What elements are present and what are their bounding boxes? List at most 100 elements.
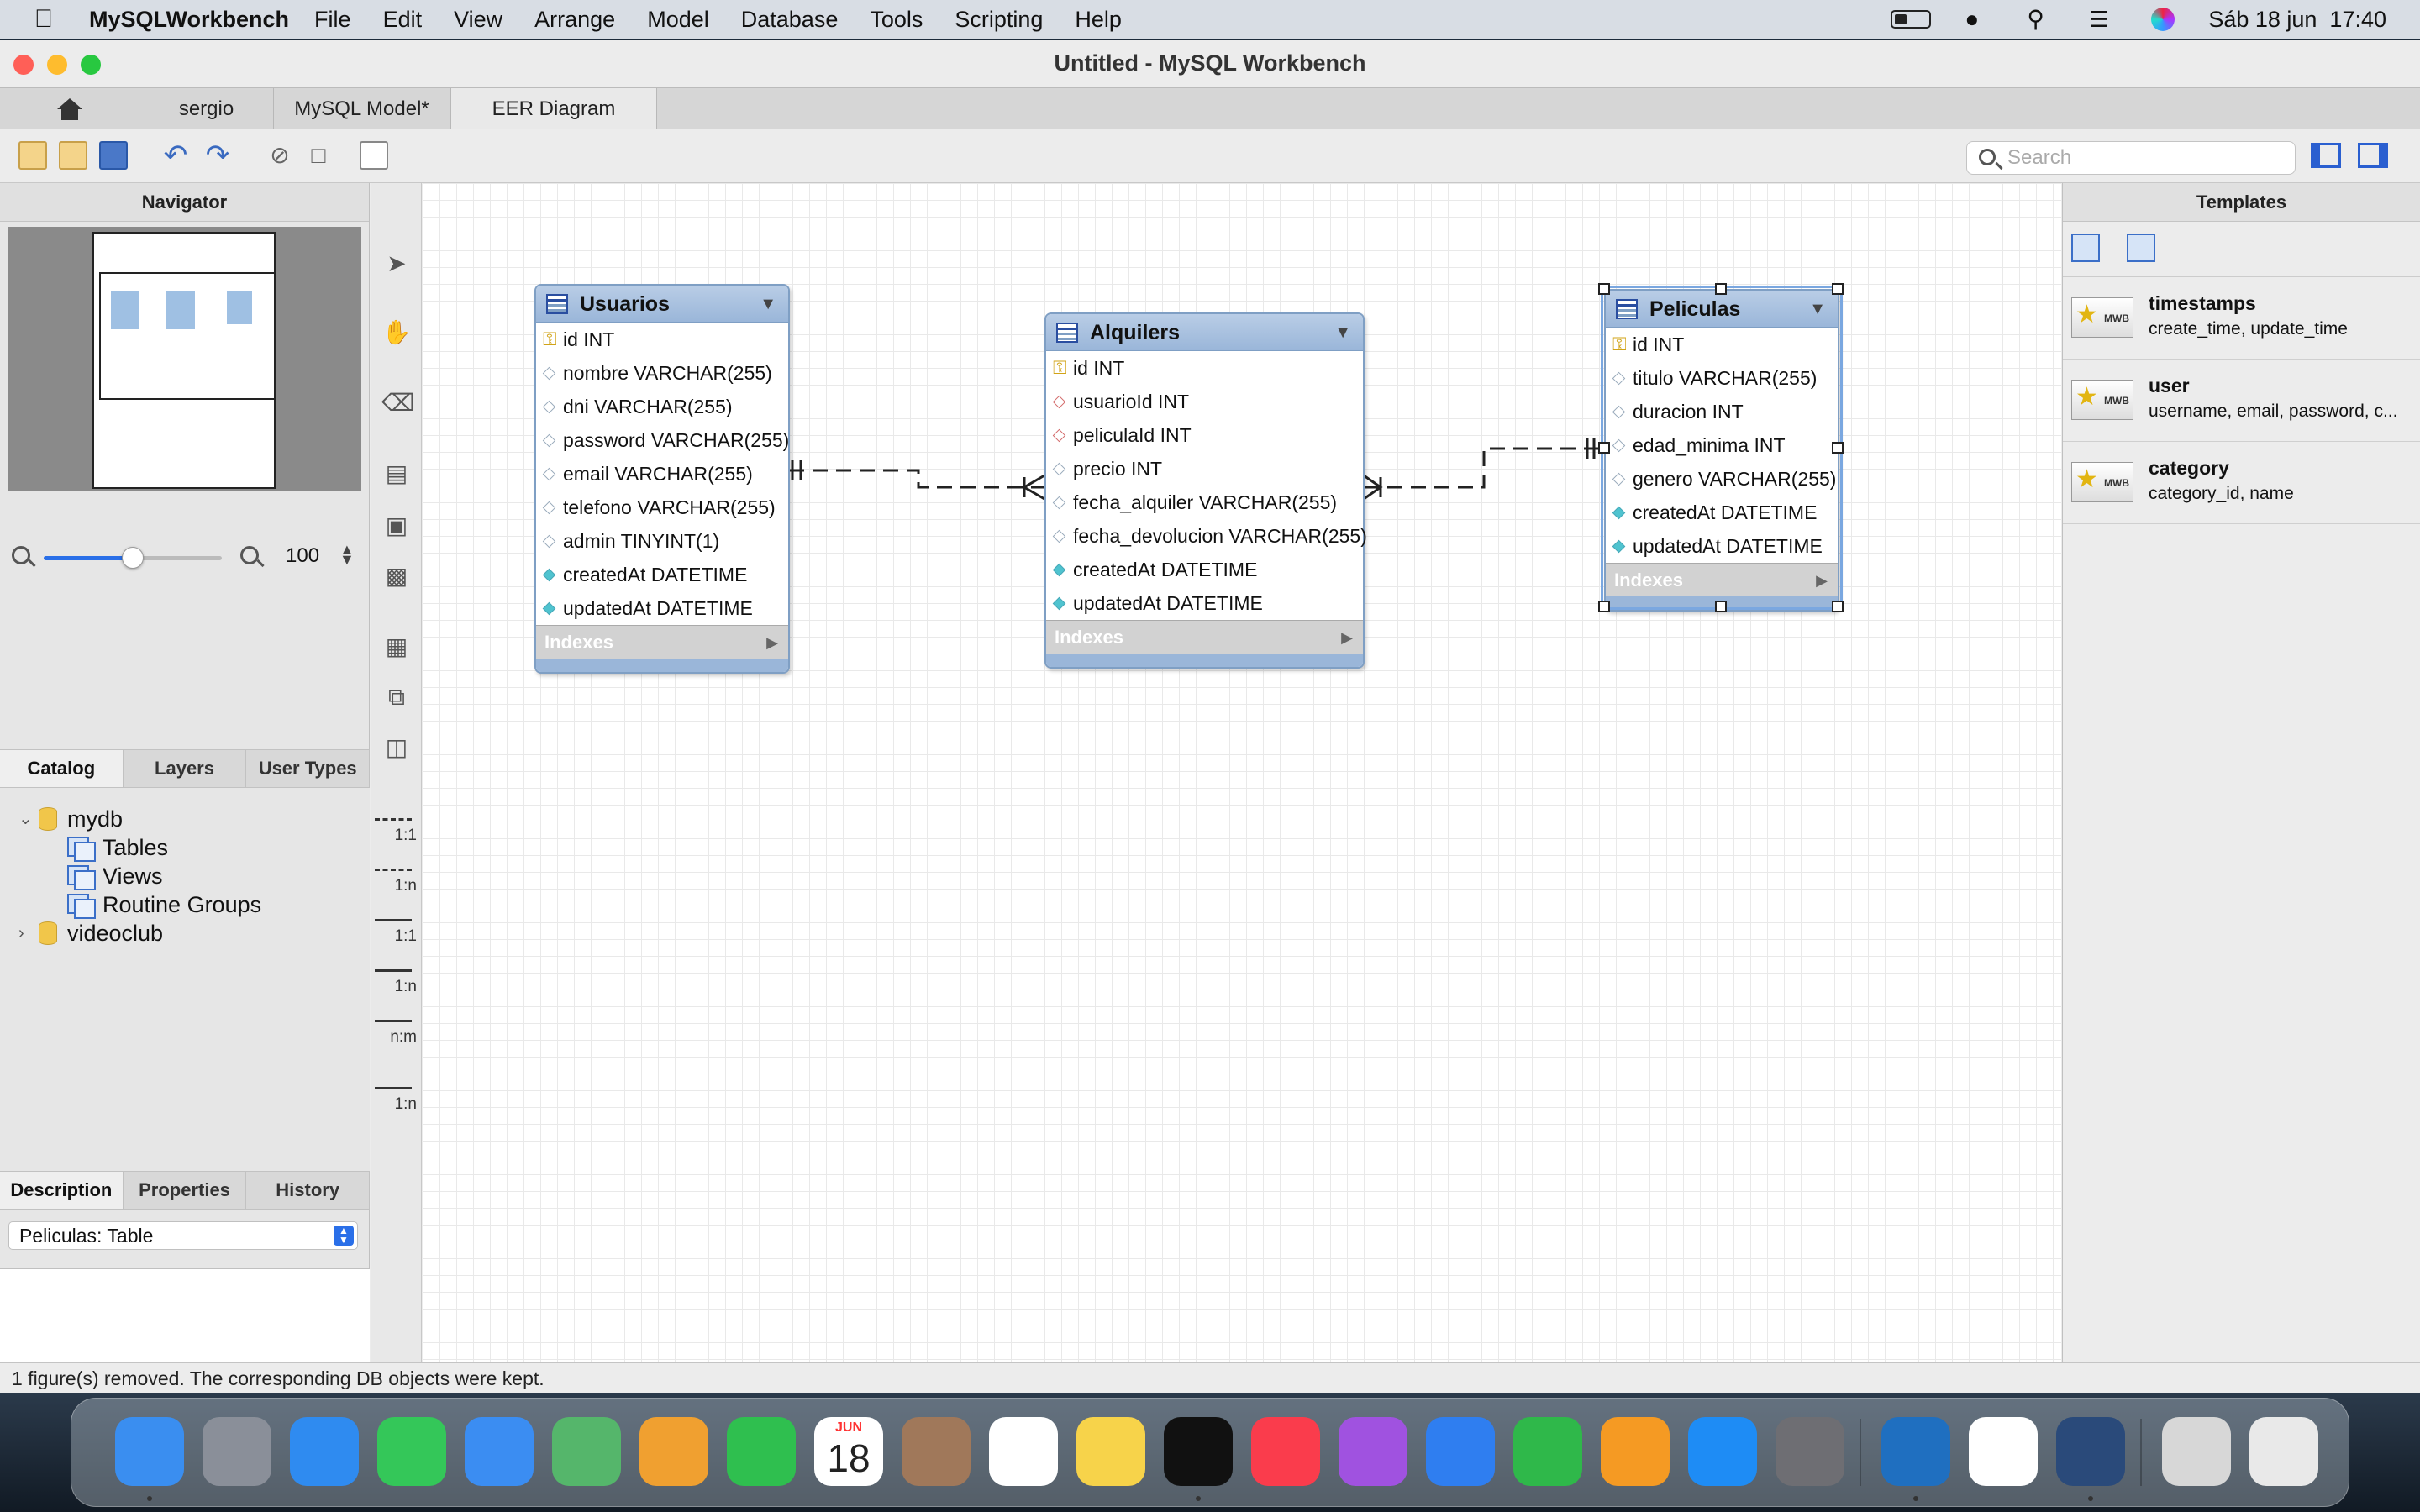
toggle-secondary-sidebar-icon[interactable] [2358, 143, 2388, 168]
hand-tool-icon[interactable]: ✋ [381, 318, 412, 348]
zoom-stepper-icon[interactable]: ▲ ▼ [339, 542, 355, 567]
note-tool-icon[interactable]: ▣ [381, 511, 412, 541]
toggle-sidebar-icon[interactable] [2311, 143, 2341, 168]
relationship-n-m-tool[interactable]: n:m [375, 1015, 418, 1052]
template-table-icon[interactable] [2127, 234, 2155, 262]
app-menu[interactable]: MySQLWorkbench [89, 7, 289, 33]
object-select[interactable]: Peliculas: Table ▲ ▼ [8, 1221, 358, 1250]
zoom-in-icon[interactable] [240, 546, 259, 564]
column-row[interactable]: telefono VARCHAR(255) [536, 491, 788, 524]
vscode-icon[interactable] [1881, 1417, 1950, 1486]
toggle-grid-icon[interactable]: ⊘ [266, 141, 294, 170]
zoom-slider-knob[interactable] [122, 547, 144, 569]
collapse-triangle-icon[interactable]: ▼ [1334, 314, 1351, 351]
new-document-icon[interactable] [18, 141, 47, 170]
wifi-icon[interactable]: ● [1965, 8, 1993, 31]
template-edit-icon[interactable] [2071, 234, 2100, 262]
tree-item-tables[interactable]: Tables [67, 833, 168, 862]
export-icon[interactable] [360, 141, 388, 170]
systemprefs-icon[interactable] [1776, 1417, 1844, 1486]
chevron-right-icon[interactable]: › [18, 919, 39, 948]
image-tool-icon[interactable]: ▩ [381, 561, 412, 591]
chevron-down-icon[interactable]: ⌄ [18, 805, 39, 833]
slack-icon[interactable] [1969, 1417, 2038, 1486]
menu-arrange[interactable]: Arrange [534, 7, 615, 33]
menu-view[interactable]: View [454, 7, 502, 33]
relationship-1-1-tool[interactable]: 1:1 [375, 813, 418, 850]
tab-home[interactable] [0, 88, 139, 130]
menu-file[interactable]: File [314, 7, 351, 33]
undo-icon[interactable]: ↶ [161, 141, 190, 170]
entity-header[interactable]: Usuarios ▼ [536, 286, 788, 323]
collapse-triangle-icon[interactable]: ▼ [760, 286, 776, 323]
notes-icon[interactable] [1076, 1417, 1145, 1486]
mysqlworkbench-icon[interactable] [2056, 1417, 2125, 1486]
routine-group-tool-icon[interactable]: ◫ [381, 732, 412, 763]
resize-handle[interactable] [1832, 442, 1844, 454]
menu-model[interactable]: Model [647, 7, 709, 33]
pages-icon[interactable] [1601, 1417, 1670, 1486]
column-row[interactable]: createdAt DATETIME [1046, 553, 1363, 586]
view-tool-icon[interactable]: ⧉ [381, 682, 412, 712]
relationship-1-n-tool[interactable]: 1:n [375, 864, 418, 900]
numbers-icon[interactable] [1513, 1417, 1582, 1486]
redo-icon[interactable]: ↷ [203, 141, 232, 170]
open-document-icon[interactable] [59, 141, 87, 170]
menu-database[interactable]: Database [741, 7, 839, 33]
align-objects-icon[interactable]: □ [304, 141, 333, 170]
column-row[interactable]: dni VARCHAR(255) [536, 390, 788, 423]
menu-scripting[interactable]: Scripting [955, 7, 1043, 33]
appstore-icon[interactable] [1688, 1417, 1757, 1486]
tab-properties[interactable]: Properties [124, 1172, 247, 1209]
column-row[interactable]: usuarioId INT [1046, 385, 1363, 418]
column-row[interactable]: fecha_devolucion VARCHAR(255) [1046, 519, 1367, 553]
appletv-icon[interactable] [1164, 1417, 1233, 1486]
pointer-tool-icon[interactable]: ➤ [381, 249, 412, 279]
indexes-section[interactable]: Indexes ▶ [1046, 620, 1363, 654]
relationship-usuarios-alquilers[interactable] [789, 469, 1044, 489]
keynote-icon[interactable] [1426, 1417, 1495, 1486]
zoom-slider[interactable] [44, 547, 222, 569]
column-row[interactable]: nombre VARCHAR(255) [536, 356, 788, 390]
expand-triangle-icon[interactable]: ▶ [766, 626, 778, 659]
resize-handle[interactable] [1715, 601, 1727, 612]
tab-description[interactable]: Description [0, 1172, 124, 1209]
resize-handle[interactable] [1598, 442, 1610, 454]
table-tool-icon[interactable]: ▦ [381, 632, 412, 662]
column-row[interactable]: admin TINYINT(1) [536, 524, 788, 558]
relationship-1-1-identifying-tool[interactable]: 1:1 [375, 914, 418, 951]
tab-user-types[interactable]: User Types [246, 750, 371, 787]
search-box[interactable] [1966, 141, 2296, 175]
calendar-icon[interactable]: JUN 18 [814, 1417, 883, 1486]
trash-icon[interactable] [2249, 1417, 2318, 1486]
expand-triangle-icon[interactable]: ▶ [1341, 621, 1353, 654]
downloads-icon[interactable] [2162, 1417, 2231, 1486]
mail-icon[interactable] [465, 1417, 534, 1486]
entity-usuarios[interactable]: Usuarios ▼ ⚿ id INT nombre VARCHAR(255) dni… [534, 284, 790, 674]
tab-catalog[interactable]: Catalog [0, 750, 124, 787]
entity-alquilers[interactable]: Alquilers ▼ ⚿ id INT usuarioId INT pelicula… [1044, 312, 1367, 669]
save-document-icon[interactable] [99, 141, 128, 170]
zoom-out-icon[interactable] [12, 546, 30, 564]
control-center-icon[interactable]: ☰ [2089, 8, 2118, 30]
column-row[interactable]: createdAt DATETIME [536, 558, 788, 591]
column-row[interactable]: fecha_alquiler VARCHAR(255) [1046, 486, 1363, 519]
apple-menu-icon[interactable]:  [18, 5, 69, 34]
tab-mysql-model[interactable]: MySQL Model* [274, 88, 450, 130]
template-item-user[interactable]: ★ MWB user username, email, password, c..… [2063, 360, 2420, 442]
tree-item-mydb[interactable]: ⌄ mydb [18, 805, 123, 833]
safari-icon[interactable] [290, 1417, 359, 1486]
reminders-icon[interactable] [989, 1417, 1058, 1486]
tab-layers[interactable]: Layers [124, 750, 247, 787]
column-row[interactable]: ⚿ id INT [1046, 351, 1363, 385]
entity-header[interactable]: Alquilers ▼ [1046, 314, 1363, 351]
relationship-alquilers-peliculas[interactable] [1364, 447, 1599, 489]
column-row[interactable]: email VARCHAR(255) [536, 457, 788, 491]
relationship-existing-columns-tool[interactable]: 1:n [375, 1082, 418, 1119]
column-row[interactable]: updatedAt DATETIME [536, 591, 788, 625]
messages-icon[interactable] [377, 1417, 446, 1486]
spotlight-icon[interactable]: ⚲ [2027, 8, 2055, 31]
music-icon[interactable] [1251, 1417, 1320, 1486]
tree-item-views[interactable]: Views [67, 862, 163, 890]
tree-item-videoclub[interactable]: › videoclub [18, 919, 163, 948]
